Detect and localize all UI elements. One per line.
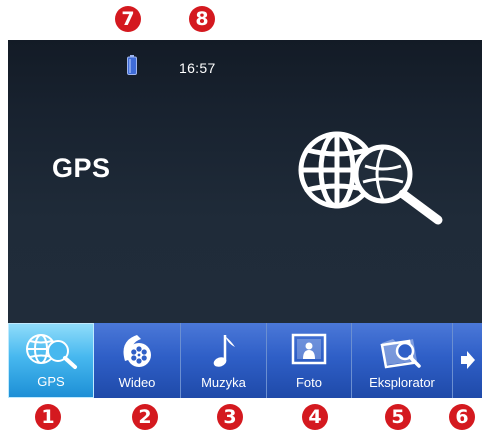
nav-label-foto: Foto — [295, 375, 322, 390]
globe-search-icon — [298, 131, 443, 225]
arrow-right-icon — [460, 351, 475, 369]
callout-6: 6 — [449, 404, 475, 430]
nav-label-wideo: Wideo — [118, 375, 156, 390]
device-screen: 16:57 GPS GPS Wideo Muzyka Foto Eksplora… — [8, 40, 482, 398]
nav-label-eksplorator: Eksplorator — [369, 375, 435, 390]
nav-item-wideo[interactable]: Wideo — [94, 323, 181, 398]
callout-5: 5 — [385, 404, 411, 430]
clock-time: 16:57 — [179, 60, 216, 76]
nav-item-muzyka[interactable]: Muzyka — [181, 323, 267, 398]
nav-item-gps[interactable]: GPS — [8, 323, 94, 398]
nav-item-eksplorator[interactable]: Eksplorator — [352, 323, 453, 398]
callout-8: 8 — [189, 6, 215, 32]
nav-item-foto[interactable]: Foto — [267, 323, 352, 398]
nav-next-button[interactable] — [453, 323, 482, 398]
callout-1: 1 — [35, 404, 61, 430]
callout-2: 2 — [132, 404, 158, 430]
film-reel-icon — [123, 335, 151, 367]
folder-search-icon — [380, 339, 421, 369]
battery-icon — [127, 55, 137, 75]
photo-frame-icon — [291, 333, 327, 365]
callout-7: 7 — [115, 6, 141, 32]
nav-label-gps: GPS — [37, 374, 65, 389]
music-note-icon — [213, 335, 235, 367]
callout-4: 4 — [302, 404, 328, 430]
bottom-nav-bar: GPS Wideo Muzyka Foto Eksplorator — [8, 323, 482, 398]
globe-search-icon — [26, 334, 77, 369]
nav-label-muzyka: Muzyka — [201, 375, 246, 390]
app-title: GPS — [52, 153, 111, 183]
callout-3: 3 — [217, 404, 243, 430]
